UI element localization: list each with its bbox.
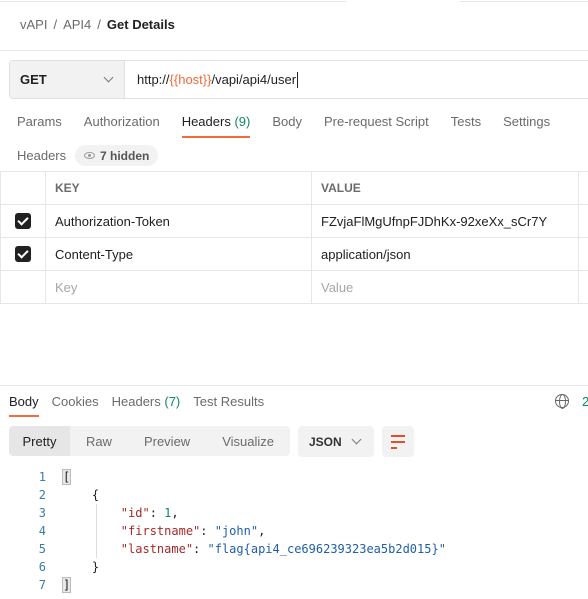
tab-label: Headers [111, 394, 161, 409]
method-select[interactable]: GET [10, 61, 125, 98]
tab-tests[interactable]: Tests [451, 114, 481, 136]
format-label: JSON [309, 434, 342, 449]
headers-table: KEY VALUE Authorization-Token FZvjaFlMgUfn… [0, 171, 588, 304]
column-value: VALUE [311, 171, 579, 205]
line-number: 4 [38, 524, 46, 538]
column-key: KEY [45, 171, 312, 205]
url-bar: GET http://{{host}}/vapi/api4/user [9, 60, 588, 99]
line-number: 6 [38, 560, 46, 574]
code-line: ] [61, 577, 72, 593]
table-row: Authorization-Token FZvjaFlMgUfnpFJDhKx-9… [0, 204, 588, 238]
headers-label: Headers [17, 148, 67, 163]
code-line: "lastname": "flag{api4_ce696239323ea5b2d… [120, 542, 446, 556]
new-key-input[interactable]: Key [45, 270, 312, 304]
header-value[interactable]: application/json [311, 237, 579, 271]
header-key[interactable]: Authorization-Token [45, 204, 312, 238]
table-row: Content-Type application/json [0, 237, 588, 271]
tab-label: Headers [181, 114, 231, 129]
code-line: { [63, 488, 100, 502]
divider [0, 50, 588, 51]
url-variable: {{host}} [169, 72, 212, 87]
request-title[interactable]: Get Details [107, 17, 175, 32]
code-line: [ [61, 469, 72, 485]
view-mode-selector: Pretty Raw Preview Visualize [9, 426, 290, 456]
tab-headers[interactable]: Headers (9) [181, 114, 251, 138]
hidden-headers-toggle[interactable]: 7 hidden [75, 145, 159, 166]
pane-divider[interactable] [0, 385, 588, 386]
eye-icon [84, 152, 95, 159]
table-row-new: Key Value [0, 270, 588, 304]
json-key: "lastname" [120, 542, 194, 556]
hidden-count: 7 hidden [100, 148, 150, 163]
url-input[interactable]: http://{{host}}/vapi/api4/user [125, 61, 299, 98]
chevron-down-icon [103, 72, 114, 83]
tab-pre-request-script[interactable]: Pre-request Script [324, 114, 429, 136]
checkbox-checked[interactable] [15, 213, 31, 230]
view-pretty[interactable]: Pretty [9, 426, 70, 456]
breadcrumb-separator: / [97, 17, 101, 32]
code-line: } [63, 560, 100, 574]
method-label: GET [20, 72, 47, 87]
line-number: 7 [38, 578, 46, 592]
new-value-input[interactable]: Value [311, 270, 579, 304]
view-preview[interactable]: Preview [128, 426, 206, 456]
line-number: 5 [38, 542, 46, 556]
globe-icon[interactable] [555, 394, 569, 409]
checkbox-checked[interactable] [15, 246, 31, 263]
format-select[interactable]: JSON [298, 426, 374, 457]
breadcrumb: vAPI / API4 / Get Details [20, 17, 175, 32]
tab-settings[interactable]: Settings [503, 114, 550, 136]
tab-body[interactable]: Body [272, 114, 302, 136]
table-header-row: KEY VALUE [0, 171, 588, 205]
breadcrumb-item[interactable]: vAPI [20, 17, 47, 32]
json-string: "flag{api4_ce696239323ea5b2d015}" [207, 542, 446, 556]
text-cursor [297, 71, 299, 88]
line-number: 2 [38, 488, 46, 502]
json-key: "id" [120, 506, 150, 520]
response-tabs: Body Cookies Headers (7) Test Results [9, 394, 277, 417]
code-line: "id": 1, [120, 506, 179, 520]
url-prefix: http:// [137, 72, 170, 87]
json-string: "john" [214, 524, 259, 538]
json-number: 1 [164, 506, 172, 520]
tab-cookies[interactable]: Cookies [52, 394, 99, 415]
wrap-lines-button[interactable] [382, 426, 414, 457]
line-number: 3 [38, 506, 46, 520]
request-tabs: Params Authorization Headers (9) Body Pr… [17, 114, 572, 138]
url-suffix: /vapi/api4/user [211, 72, 297, 87]
tab-test-results[interactable]: Test Results [193, 394, 264, 415]
header-key[interactable]: Content-Type [45, 237, 312, 271]
view-raw[interactable]: Raw [70, 426, 128, 456]
line-number: 1 [38, 470, 46, 484]
view-visualize[interactable]: Visualize [206, 426, 290, 456]
code-line: "firstname": "john", [120, 524, 266, 538]
tab-authorization[interactable]: Authorization [84, 114, 160, 136]
tab-response-body[interactable]: Body [9, 394, 39, 417]
header-value[interactable]: FZvjaFlMgUfnpFJDhKx-92xeXx_sCr7Y [311, 204, 579, 238]
json-key: "firstname" [120, 524, 201, 538]
active-tab[interactable] [346, 0, 460, 2]
status-code: 2 [582, 394, 588, 409]
tab-response-headers[interactable]: Headers (7) [112, 394, 181, 415]
tab-params[interactable]: Params [17, 114, 62, 136]
tab-count: (7) [164, 394, 181, 409]
tab-count: (9) [234, 114, 251, 129]
chevron-down-icon [351, 434, 362, 445]
top-tab-strip [0, 0, 588, 2]
breadcrumb-item[interactable]: API4 [63, 17, 91, 32]
breadcrumb-separator: / [53, 17, 58, 32]
